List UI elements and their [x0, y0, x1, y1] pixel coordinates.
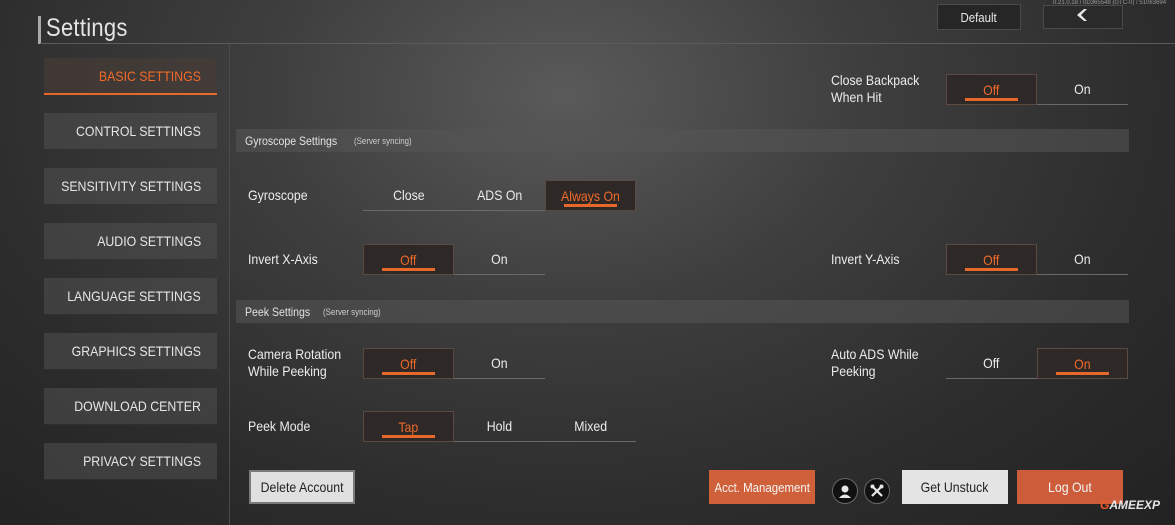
peek-section-header: Peek Settings (Server syncing) — [236, 300, 1129, 323]
invert-x-option-on[interactable]: On — [454, 244, 545, 275]
camera-rotation-option-on[interactable]: On — [454, 348, 545, 379]
close-backpack-option-off[interactable]: Off — [946, 74, 1037, 105]
invert-x-label: Invert X-Axis — [248, 251, 318, 267]
peek-mode-option-hold[interactable]: Hold — [454, 411, 545, 442]
acct-management-button[interactable]: Acct. Management — [709, 470, 815, 504]
invert-y-option-off[interactable]: Off — [946, 244, 1037, 275]
delete-account-button[interactable]: Delete Account — [249, 470, 355, 504]
title-divider — [40, 43, 1175, 44]
sidebar-item-language-settings[interactable]: LANGUAGE SETTINGS — [44, 278, 217, 315]
sidebar-item-basic-settings[interactable]: BASIC SETTINGS — [44, 58, 217, 95]
gyroscope-label: Gyroscope — [248, 187, 308, 203]
chevron-left-icon — [1074, 8, 1092, 27]
invert-x-option-off[interactable]: Off — [363, 244, 454, 275]
invert-y-option-on[interactable]: On — [1037, 244, 1128, 275]
auto-ads-option-on[interactable]: On — [1037, 348, 1128, 379]
tools-icon[interactable] — [864, 478, 890, 504]
invert-y-label: Invert Y-Axis — [831, 251, 900, 267]
peek-mode-option-tap[interactable]: Tap — [363, 411, 454, 442]
invert-x-toggle: Off On — [363, 244, 545, 275]
watermark-logo: GAMEEXP — [1100, 498, 1161, 512]
camera-rotation-label: Camera Rotation While Peeking — [248, 346, 342, 379]
gyroscope-option-ads-on[interactable]: ADS On — [454, 180, 545, 211]
peek-mode-selector: Tap Hold Mixed — [363, 411, 636, 442]
sidebar-item-download-center[interactable]: DOWNLOAD CENTER — [44, 388, 217, 425]
sidebar-item-sensitivity-settings[interactable]: SENSITIVITY SETTINGS — [44, 168, 217, 205]
gyroscope-option-close[interactable]: Close — [363, 180, 454, 211]
gyroscope-selector: Close ADS On Always On — [363, 180, 636, 211]
title-accent-bar — [38, 16, 41, 44]
back-button[interactable] — [1043, 5, 1123, 29]
peek-mode-option-mixed[interactable]: Mixed — [545, 411, 636, 442]
get-unstuck-button[interactable]: Get Unstuck — [902, 470, 1008, 504]
auto-ads-option-off[interactable]: Off — [946, 348, 1037, 379]
camera-rotation-toggle: Off On — [363, 348, 545, 379]
close-backpack-label: Close Backpack When Hit — [831, 72, 920, 105]
sidebar-item-privacy-settings[interactable]: PRIVACY SETTINGS — [44, 443, 217, 480]
auto-ads-toggle: Off On — [946, 348, 1128, 379]
peek-mode-label: Peek Mode — [248, 418, 311, 434]
close-backpack-option-on[interactable]: On — [1037, 74, 1128, 105]
page-title: Settings — [46, 14, 128, 42]
sidebar-item-audio-settings[interactable]: AUDIO SETTINGS — [44, 223, 217, 260]
auto-ads-label: Auto ADS While Peeking — [831, 346, 919, 379]
sidebar-item-control-settings[interactable]: CONTROL SETTINGS — [44, 113, 217, 150]
sidebar-item-graphics-settings[interactable]: GRAPHICS SETTINGS — [44, 333, 217, 370]
invert-y-toggle: Off On — [946, 244, 1128, 275]
camera-rotation-option-off[interactable]: Off — [363, 348, 454, 379]
close-backpack-toggle: Off On — [946, 74, 1128, 105]
sidebar-divider — [229, 44, 230, 525]
default-button[interactable]: Default — [937, 4, 1021, 30]
support-agent-icon[interactable] — [832, 478, 858, 504]
gyroscope-option-always-on[interactable]: Always On — [545, 180, 636, 211]
gyroscope-section-header: Gyroscope Settings (Server syncing) — [236, 129, 1129, 152]
